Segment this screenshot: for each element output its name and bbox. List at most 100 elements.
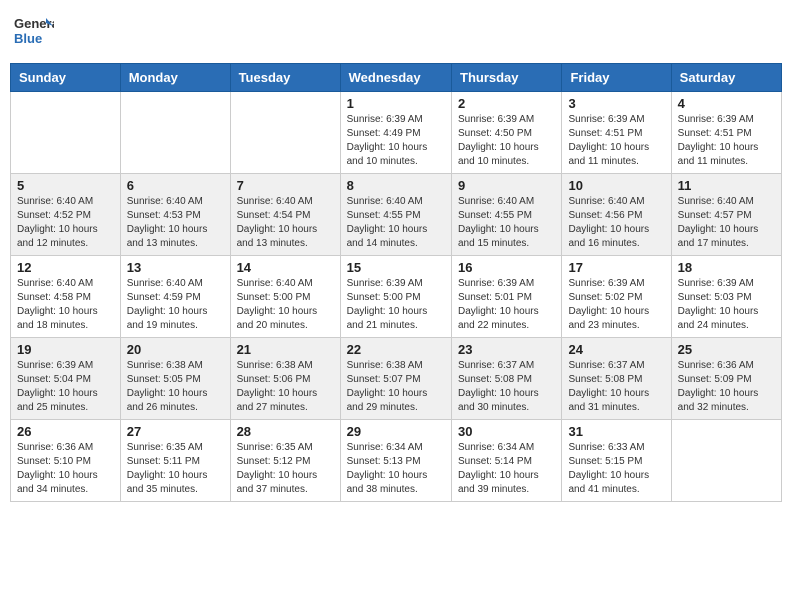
day-info: Sunrise: 6:40 AMSunset: 4:55 PMDaylight:… [347, 195, 445, 251]
calendar-cell: 10 Sunrise: 6:40 AMSunset: 4:56 PMDayligh… [562, 174, 671, 256]
day-number: 18 [678, 260, 775, 275]
day-number: 17 [568, 260, 664, 275]
day-number: 19 [17, 342, 114, 357]
day-info: Sunrise: 6:34 AMSunset: 5:13 PMDaylight:… [347, 441, 445, 497]
calendar-cell: 23 Sunrise: 6:37 AMSunset: 5:08 PMDayligh… [452, 338, 562, 420]
day-number: 13 [127, 260, 224, 275]
calendar-cell: 5 Sunrise: 6:40 AMSunset: 4:52 PMDaylight… [11, 174, 121, 256]
calendar-cell: 2Sunrise: 6:39 AMSunset: 4:50 PMDaylight… [452, 92, 562, 174]
day-number: 21 [237, 342, 334, 357]
day-number: 16 [458, 260, 555, 275]
calendar-cell: 30 Sunrise: 6:34 AMSunset: 5:14 PMDayligh… [452, 420, 562, 502]
calendar-week-row: 5 Sunrise: 6:40 AMSunset: 4:52 PMDaylight… [11, 174, 782, 256]
day-header-thursday: Thursday [452, 64, 562, 92]
day-number: 6 [127, 178, 224, 193]
svg-text:Blue: Blue [14, 31, 42, 46]
calendar-cell: 24 Sunrise: 6:37 AMSunset: 5:08 PMDayligh… [562, 338, 671, 420]
day-number: 14 [237, 260, 334, 275]
day-number: 4 [678, 96, 775, 111]
day-info: Sunrise: 6:40 AMSunset: 5:00 PMDaylight:… [237, 277, 334, 333]
day-info: Sunrise: 6:35 AMSunset: 5:12 PMDaylight:… [237, 441, 334, 497]
calendar-cell: 3 Sunrise: 6:39 AMSunset: 4:51 PMDaylight… [562, 92, 671, 174]
day-number: 7 [237, 178, 334, 193]
calendar-cell [671, 420, 781, 502]
day-header-tuesday: Tuesday [230, 64, 340, 92]
calendar-cell [230, 92, 340, 174]
day-info: Sunrise: 6:40 AMSunset: 4:55 PMDaylight:… [458, 195, 555, 251]
calendar-cell: 13Sunrise: 6:40 AMSunset: 4:59 PMDayligh… [120, 256, 230, 338]
day-header-friday: Friday [562, 64, 671, 92]
calendar-cell: 22 Sunrise: 6:38 AMSunset: 5:07 PMDayligh… [340, 338, 451, 420]
calendar-cell: 18Sunrise: 6:39 AMSunset: 5:03 PMDayligh… [671, 256, 781, 338]
calendar-cell: 27 Sunrise: 6:35 AMSunset: 5:11 PMDayligh… [120, 420, 230, 502]
calendar-cell: 16 Sunrise: 6:39 AMSunset: 5:01 PMDayligh… [452, 256, 562, 338]
day-info: Sunrise: 6:40 AMSunset: 4:52 PMDaylight:… [17, 195, 114, 251]
day-info: Sunrise: 6:38 AMSunset: 5:05 PMDaylight:… [127, 359, 224, 415]
calendar-cell: 21Sunrise: 6:38 AMSunset: 5:06 PMDayligh… [230, 338, 340, 420]
day-header-wednesday: Wednesday [340, 64, 451, 92]
day-info: Sunrise: 6:40 AMSunset: 4:58 PMDaylight:… [17, 277, 114, 333]
calendar-cell: 8 Sunrise: 6:40 AMSunset: 4:55 PMDaylight… [340, 174, 451, 256]
day-number: 10 [568, 178, 664, 193]
day-info: Sunrise: 6:39 AMSunset: 4:50 PMDaylight:… [458, 113, 555, 169]
day-number: 12 [17, 260, 114, 275]
calendar-week-row: 19 Sunrise: 6:39 AMSunset: 5:04 PMDayligh… [11, 338, 782, 420]
day-info: Sunrise: 6:40 AMSunset: 4:57 PMDaylight:… [678, 195, 775, 251]
day-number: 5 [17, 178, 114, 193]
day-number: 9 [458, 178, 555, 193]
day-number: 30 [458, 424, 555, 439]
day-info: Sunrise: 6:39 AMSunset: 4:49 PMDaylight:… [347, 113, 445, 169]
calendar-cell: 9 Sunrise: 6:40 AMSunset: 4:55 PMDaylight… [452, 174, 562, 256]
day-info: Sunrise: 6:35 AMSunset: 5:11 PMDaylight:… [127, 441, 224, 497]
calendar-cell [120, 92, 230, 174]
day-info: Sunrise: 6:36 AMSunset: 5:09 PMDaylight:… [678, 359, 775, 415]
calendar-cell: 15 Sunrise: 6:39 AMSunset: 5:00 PMDayligh… [340, 256, 451, 338]
day-info: Sunrise: 6:37 AMSunset: 5:08 PMDaylight:… [458, 359, 555, 415]
day-info: Sunrise: 6:40 AMSunset: 4:54 PMDaylight:… [237, 195, 334, 251]
calendar-cell: 1 Sunrise: 6:39 AMSunset: 4:49 PMDaylight… [340, 92, 451, 174]
day-number: 11 [678, 178, 775, 193]
day-info: Sunrise: 6:39 AMSunset: 5:00 PMDaylight:… [347, 277, 445, 333]
logo: General Blue [14, 10, 58, 55]
day-number: 3 [568, 96, 664, 111]
calendar-week-row: 1 Sunrise: 6:39 AMSunset: 4:49 PMDaylight… [11, 92, 782, 174]
calendar-header-row: SundayMondayTuesdayWednesdayThursdayFrid… [11, 64, 782, 92]
day-info: Sunrise: 6:39 AMSunset: 5:01 PMDaylight:… [458, 277, 555, 333]
calendar-cell: 7 Sunrise: 6:40 AMSunset: 4:54 PMDaylight… [230, 174, 340, 256]
day-info: Sunrise: 6:36 AMSunset: 5:10 PMDaylight:… [17, 441, 114, 497]
day-number: 15 [347, 260, 445, 275]
calendar-cell: 12 Sunrise: 6:40 AMSunset: 4:58 PMDayligh… [11, 256, 121, 338]
day-number: 29 [347, 424, 445, 439]
day-info: Sunrise: 6:39 AMSunset: 5:02 PMDaylight:… [568, 277, 664, 333]
day-info: Sunrise: 6:40 AMSunset: 4:56 PMDaylight:… [568, 195, 664, 251]
calendar-week-row: 26 Sunrise: 6:36 AMSunset: 5:10 PMDayligh… [11, 420, 782, 502]
calendar-cell: 4Sunrise: 6:39 AMSunset: 4:51 PMDaylight… [671, 92, 781, 174]
calendar-cell: 26 Sunrise: 6:36 AMSunset: 5:10 PMDayligh… [11, 420, 121, 502]
calendar-cell [11, 92, 121, 174]
day-info: Sunrise: 6:33 AMSunset: 5:15 PMDaylight:… [568, 441, 664, 497]
day-number: 20 [127, 342, 224, 357]
day-number: 8 [347, 178, 445, 193]
calendar-cell: 28Sunrise: 6:35 AMSunset: 5:12 PMDayligh… [230, 420, 340, 502]
calendar-cell: 20 Sunrise: 6:38 AMSunset: 5:05 PMDayligh… [120, 338, 230, 420]
day-number: 27 [127, 424, 224, 439]
calendar-table: SundayMondayTuesdayWednesdayThursdayFrid… [10, 63, 782, 502]
day-number: 26 [17, 424, 114, 439]
calendar-cell: 29 Sunrise: 6:34 AMSunset: 5:13 PMDayligh… [340, 420, 451, 502]
day-number: 31 [568, 424, 664, 439]
day-info: Sunrise: 6:37 AMSunset: 5:08 PMDaylight:… [568, 359, 664, 415]
day-info: Sunrise: 6:39 AMSunset: 5:04 PMDaylight:… [17, 359, 114, 415]
day-number: 24 [568, 342, 664, 357]
calendar-week-row: 12 Sunrise: 6:40 AMSunset: 4:58 PMDayligh… [11, 256, 782, 338]
day-header-sunday: Sunday [11, 64, 121, 92]
day-info: Sunrise: 6:39 AMSunset: 4:51 PMDaylight:… [568, 113, 664, 169]
day-number: 22 [347, 342, 445, 357]
day-info: Sunrise: 6:40 AMSunset: 4:53 PMDaylight:… [127, 195, 224, 251]
day-header-saturday: Saturday [671, 64, 781, 92]
day-info: Sunrise: 6:34 AMSunset: 5:14 PMDaylight:… [458, 441, 555, 497]
day-info: Sunrise: 6:38 AMSunset: 5:07 PMDaylight:… [347, 359, 445, 415]
logo-icon: General Blue [14, 10, 54, 50]
day-number: 23 [458, 342, 555, 357]
calendar-cell: 31 Sunrise: 6:33 AMSunset: 5:15 PMDayligh… [562, 420, 671, 502]
day-number: 1 [347, 96, 445, 111]
